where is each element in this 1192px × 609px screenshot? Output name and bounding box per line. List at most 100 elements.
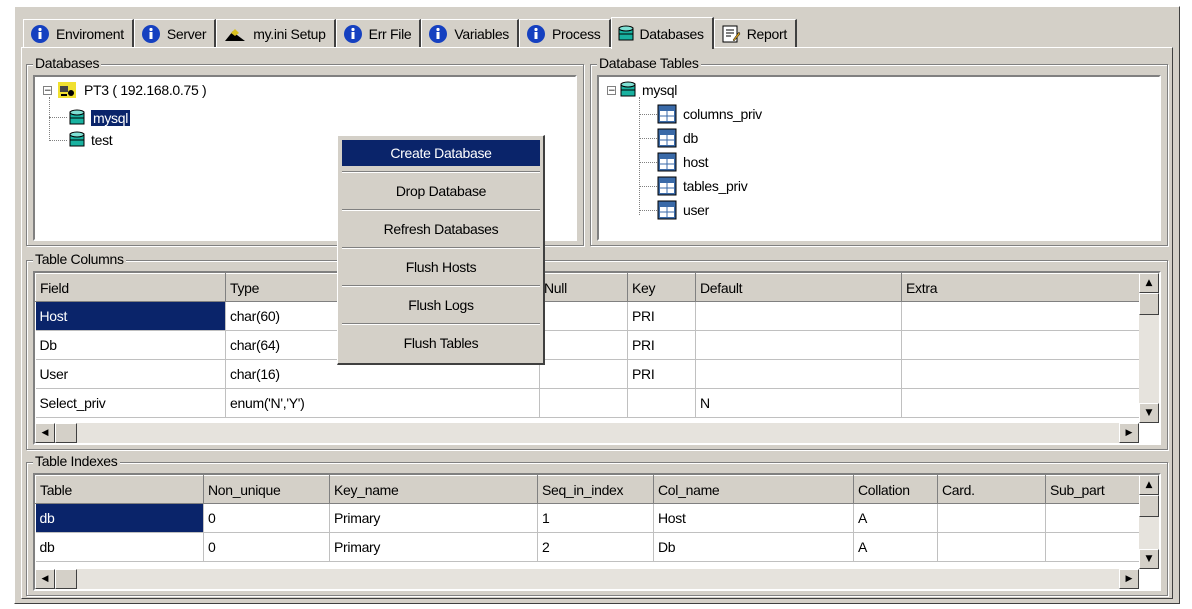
cell[interactable]: [539, 301, 628, 331]
scroll-left-icon[interactable]: ◀: [35, 569, 55, 589]
cell[interactable]: [695, 330, 902, 360]
column-header[interactable]: Table: [35, 475, 204, 504]
table-row[interactable]: User char(16) PRI: [35, 359, 1140, 389]
collapse-icon[interactable]: −: [607, 85, 616, 95]
tab-databases[interactable]: Databases: [610, 17, 714, 49]
table-row[interactable]: Db char(64) PRI: [35, 330, 1140, 360]
menu-item-flush-hosts[interactable]: Flush Hosts: [342, 254, 540, 280]
cell[interactable]: [1045, 503, 1140, 533]
menu-item-flush-tables[interactable]: Flush Tables: [342, 330, 540, 356]
scroll-thumb[interactable]: [1139, 293, 1159, 315]
scroll-up-icon[interactable]: ▲: [1139, 273, 1159, 293]
cell[interactable]: Host: [653, 503, 854, 533]
cell[interactable]: Primary: [329, 532, 538, 562]
cell[interactable]: PRI: [627, 301, 696, 331]
cell[interactable]: enum('N','Y'): [225, 388, 540, 418]
cell[interactable]: [539, 359, 628, 389]
cell[interactable]: db: [35, 503, 204, 533]
scroll-thumb[interactable]: [55, 423, 77, 443]
indexes-vertical-scrollbar[interactable]: ▲ ▼: [1139, 475, 1159, 569]
column-header[interactable]: Default: [695, 273, 902, 302]
tab-process[interactable]: Process: [519, 19, 611, 47]
table-row[interactable]: db 0 Primary 2 Db A: [35, 532, 1140, 562]
column-header[interactable]: Sub_part: [1045, 475, 1140, 504]
cell[interactable]: 1: [537, 503, 654, 533]
cell[interactable]: PRI: [627, 359, 696, 389]
cell[interactable]: Primary: [329, 503, 538, 533]
column-header[interactable]: Seq_in_index: [537, 475, 654, 504]
columns-grid[interactable]: Field Type Null Key Default Extra Host c…: [33, 271, 1161, 445]
cell[interactable]: [901, 330, 1140, 360]
tree-table-item[interactable]: user: [657, 199, 709, 221]
tree-table-item[interactable]: db: [657, 127, 698, 149]
cell[interactable]: A: [853, 503, 938, 533]
menu-item-refresh-databases[interactable]: Refresh Databases: [342, 216, 540, 242]
cell[interactable]: Host: [35, 301, 226, 331]
cell[interactable]: [539, 330, 628, 360]
cell[interactable]: [937, 532, 1046, 562]
tab-myini-setup[interactable]: my.ini Setup: [216, 19, 336, 47]
column-header[interactable]: Extra: [901, 273, 1140, 302]
scroll-left-icon[interactable]: ◀: [35, 423, 55, 443]
columns-horizontal-scrollbar[interactable]: ◀ ▶: [35, 423, 1139, 443]
table-row[interactable]: db 0 Primary 1 Host A: [35, 503, 1140, 533]
cell[interactable]: 0: [203, 532, 330, 562]
menu-item-create-database[interactable]: Create Database: [342, 140, 540, 166]
indexes-grid[interactable]: Table Non_unique Key_name Seq_in_index C…: [33, 473, 1161, 591]
collapse-icon[interactable]: −: [43, 85, 52, 95]
indexes-horizontal-scrollbar[interactable]: ◀ ▶: [35, 569, 1139, 589]
tree-table-item[interactable]: columns_priv: [657, 103, 762, 125]
database-tables-tree[interactable]: − mysql columns_priv db host tables_priv…: [597, 75, 1161, 241]
scroll-thumb[interactable]: [55, 569, 77, 589]
column-header[interactable]: Non_unique: [203, 475, 330, 504]
cell[interactable]: 0: [203, 503, 330, 533]
scroll-thumb[interactable]: [1139, 495, 1159, 517]
cell[interactable]: N: [695, 388, 902, 418]
column-header[interactable]: Null: [539, 273, 628, 302]
cell[interactable]: [1045, 532, 1140, 562]
scroll-right-icon[interactable]: ▶: [1119, 423, 1139, 443]
tree-db-mysql[interactable]: mysql: [69, 107, 132, 129]
table-row[interactable]: Select_priv enum('N','Y') N: [35, 388, 1140, 418]
cell[interactable]: [627, 388, 696, 418]
tree-tables-db-node[interactable]: − mysql: [607, 79, 677, 101]
cell[interactable]: Db: [653, 532, 854, 562]
cell[interactable]: User: [35, 359, 226, 389]
cell[interactable]: 2: [537, 532, 654, 562]
tree-server-node[interactable]: − PT3 ( 192.168.0.75 ): [43, 79, 207, 101]
menu-item-flush-logs[interactable]: Flush Logs: [342, 292, 540, 318]
cell[interactable]: Db: [35, 330, 226, 360]
tab-err-file[interactable]: Err File: [335, 19, 422, 47]
cell[interactable]: Select_priv: [35, 388, 226, 418]
column-header[interactable]: Key_name: [329, 475, 538, 504]
tab-report[interactable]: Report: [713, 19, 797, 47]
tree-table-item[interactable]: tables_priv: [657, 175, 748, 197]
tree-db-test[interactable]: test: [69, 129, 113, 151]
cell[interactable]: A: [853, 532, 938, 562]
cell[interactable]: [937, 503, 1046, 533]
scroll-down-icon[interactable]: ▼: [1139, 403, 1159, 423]
cell[interactable]: [901, 359, 1140, 389]
cell[interactable]: db: [35, 532, 204, 562]
table-row[interactable]: Host char(60) PRI: [35, 301, 1140, 331]
column-header[interactable]: Card.: [937, 475, 1046, 504]
column-header[interactable]: Collation: [853, 475, 938, 504]
scroll-right-icon[interactable]: ▶: [1119, 569, 1139, 589]
cell[interactable]: [695, 301, 902, 331]
menu-item-drop-database[interactable]: Drop Database: [342, 178, 540, 204]
cell[interactable]: PRI: [627, 330, 696, 360]
column-header[interactable]: Col_name: [653, 475, 854, 504]
tab-variables[interactable]: Variables: [421, 19, 520, 47]
cell[interactable]: [695, 359, 902, 389]
cell[interactable]: [539, 388, 628, 418]
tab-enviroment[interactable]: Enviroment: [23, 19, 134, 47]
tab-server[interactable]: Server: [133, 19, 217, 47]
scroll-down-icon[interactable]: ▼: [1139, 549, 1159, 569]
scroll-up-icon[interactable]: ▲: [1139, 475, 1159, 495]
column-header[interactable]: Key: [627, 273, 696, 302]
columns-vertical-scrollbar[interactable]: ▲ ▼: [1139, 273, 1159, 423]
tree-table-item[interactable]: host: [657, 151, 709, 173]
cell[interactable]: [901, 388, 1140, 418]
column-header[interactable]: Field: [35, 273, 226, 302]
cell[interactable]: [901, 301, 1140, 331]
